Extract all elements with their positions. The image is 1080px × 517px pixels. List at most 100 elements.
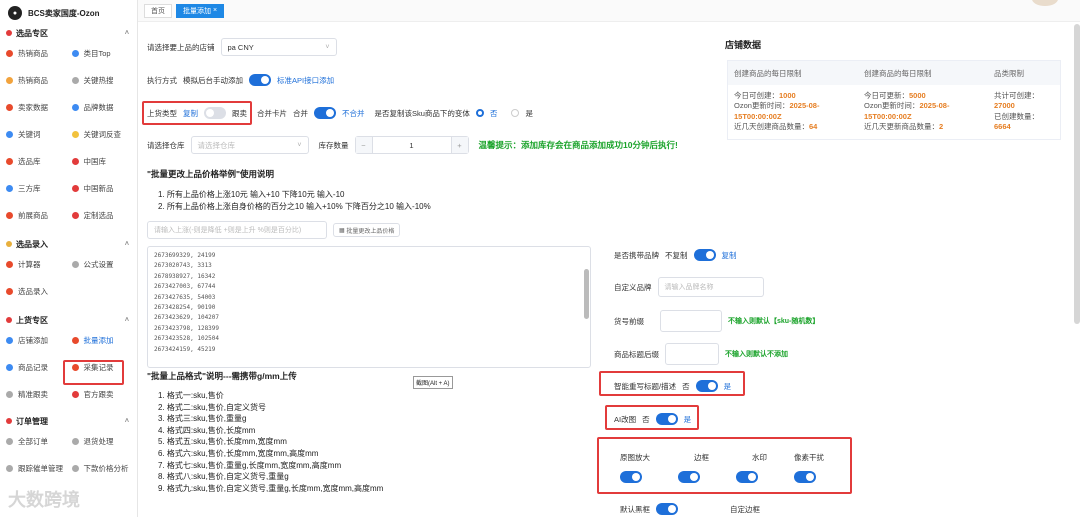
price-line: 1. 所有上品价格上涨10元 输入+10 下降10元 输入-10 [158, 190, 345, 199]
ai-options-toggles [620, 471, 816, 483]
warehouse-row: 请选择仓库 请选择仓库 ˅ 库存数量 − 1 + 温馨提示：添加库存会在商品添加成… [147, 136, 678, 154]
store-select[interactable]: pa CNY ˅ [220, 38, 337, 56]
watermark-toggle[interactable] [736, 471, 758, 483]
sidebar-group-4: 全部订单 退货处理 跟踪催单管理 下款价格分析 [0, 428, 137, 482]
sidebar-item[interactable]: 跟踪催单管理 [6, 455, 72, 482]
price-line: 2. 所有上品价格上涨自身价格的百分之10 输入+10% 下降百分之10 输入-… [158, 202, 431, 211]
sidebar-item[interactable]: 店铺添加 [6, 327, 72, 354]
variant-no-radio[interactable] [475, 109, 484, 117]
exec-toggle[interactable] [249, 74, 271, 86]
minus-button[interactable]: − [355, 137, 372, 153]
custom-brand-input[interactable]: 请输入品牌名称 [657, 277, 764, 297]
sidebar-item[interactable]: 采集记录 [71, 354, 138, 381]
sidebar-item[interactable]: 精准跟卖 [6, 381, 72, 408]
prefix-row: 货号前缀 不输入则默认【sku-随机数】 [614, 310, 819, 332]
sidebar-item[interactable]: 卖家数据 [6, 94, 72, 121]
black-border-toggle[interactable] [656, 503, 678, 515]
tab-home[interactable]: 首页 [144, 3, 172, 18]
ai-row: AI改图 否 是 [614, 413, 692, 425]
track-icon [6, 465, 13, 472]
ai-toggle[interactable] [655, 413, 678, 425]
sidebar-item[interactable]: 下款价格分析 [71, 455, 138, 482]
sidebar-item[interactable]: 官方跟卖 [71, 381, 138, 408]
sidebar-item[interactable]: 选品录入 [6, 278, 72, 305]
sidebar-item[interactable]: 热销商品 [6, 40, 72, 67]
border-row: 默认黑框 自定边框 [620, 503, 760, 515]
follow-icon [6, 391, 13, 398]
sidebar-item[interactable]: 公式设置 [71, 251, 138, 278]
warehouse-select[interactable]: 请选择仓库 ˅ [190, 136, 309, 154]
keyword-icon [6, 131, 13, 138]
sidebar-item[interactable]: 关键词 [6, 121, 72, 148]
custom-brand-row: 自定义品牌 请输入品牌名称 [614, 277, 764, 297]
tab-bar: 首页 批量添加 × [138, 0, 1080, 22]
entry-icon [6, 288, 13, 295]
type-row: 上货类型 复制 跟卖 合并卡片 合并 不合并 是否复制该Sku商品下的变体 否 … [147, 107, 533, 119]
upload-icon [6, 317, 12, 323]
enlarge-toggle[interactable] [620, 471, 642, 483]
main-content: 首页 批量添加 × 请选择要上品的店铺 pa CNY ˅ 执行方式 模拟后台手动添… [138, 0, 1080, 517]
keyword-reverse-icon [71, 131, 79, 138]
order-icon [6, 418, 12, 424]
library-icon [6, 158, 13, 165]
sidebar-item[interactable]: 类目Top [71, 40, 138, 67]
close-icon[interactable]: × [213, 7, 217, 14]
store-data-table: 创建商品的每日限制 创建商品的每日限制 品类限制 今日可创建：1000 Ozon… [727, 60, 1061, 140]
sidebar-item[interactable]: 全部订单 [6, 428, 72, 455]
ai-options-labels: 原图放大 边框 水印 像素干扰 [620, 453, 824, 462]
section-shanghuo[interactable]: 上货专区 ˄ [0, 313, 137, 327]
suffix-input[interactable] [665, 343, 719, 365]
warm-tip: 温馨提示：添加库存会在商品添加成功10分钟后执行! [478, 140, 678, 150]
chevron-down-icon: ˅ [325, 43, 330, 51]
sidebar-item[interactable]: 商品记录 [6, 354, 72, 381]
sku-textarea[interactable]: 2673699329, 24199 2673020743, 3313 26789… [147, 246, 591, 368]
store-table-row: 今日可创建：1000 Ozon更新时间：2025-08-15T00:00:00Z… [734, 91, 1039, 132]
sidebar-item[interactable]: 中国库 [71, 148, 138, 175]
edit-icon: ▦ [339, 227, 345, 234]
format-title: "批量上品格式"说明---需携带g/mm上传 [147, 371, 297, 381]
sidebar-item[interactable]: 关键词反查 [71, 121, 138, 148]
sidebar-item[interactable]: 关键热搜 [71, 67, 138, 94]
record-icon [6, 364, 13, 371]
tab-batch-add[interactable]: 批量添加 × [176, 3, 225, 18]
brand-toggle[interactable] [693, 249, 716, 261]
sidebar-item[interactable]: 选品库 [6, 148, 72, 175]
variant-yes-radio[interactable] [511, 109, 520, 117]
sidebar-item[interactable]: 热销商品 [6, 67, 72, 94]
sidebar-item-batch-add[interactable]: 批量添加 [71, 327, 138, 354]
section-orders[interactable]: 订单管理 ˄ [0, 414, 137, 428]
exec-row: 执行方式 模拟后台手动添加 标准API接口添加 [147, 74, 335, 86]
sidebar-group-3: 店铺添加 批量添加 商品记录 采集记录 精准跟卖 官方跟卖 [0, 327, 137, 408]
sidebar-item[interactable]: 退货处理 [71, 428, 138, 455]
seller-icon [6, 104, 13, 111]
sidebar-item[interactable]: 前展商品 [6, 202, 72, 229]
new-icon [71, 185, 79, 192]
stock-stepper[interactable]: − 1 + [354, 136, 469, 154]
sidebar-item[interactable]: 品牌数据 [71, 94, 138, 121]
price-input[interactable]: 请输入上涨(-则是降低 +则是上升 %则是百分比) [147, 221, 327, 239]
custom-icon [71, 212, 79, 219]
official-icon [71, 391, 79, 398]
textarea-scrollbar[interactable] [584, 269, 589, 319]
format-list: 1. 格式一:sku,售价 2. 格式二:sku,售价,自定义货号 3. 格式三… [158, 391, 384, 493]
sidebar-item[interactable]: 三方库 [6, 175, 72, 202]
suffix-row: 商品标题后缀 不输入则默认不添加 [614, 343, 788, 365]
logo-icon: ● [8, 6, 22, 20]
pixel-toggle[interactable] [794, 471, 816, 483]
brand-icon [71, 104, 79, 111]
batch-price-button[interactable]: ▦ 批量更改上品价格 [333, 223, 401, 237]
category-icon [71, 50, 79, 57]
store-table-header: 创建商品的每日限制 创建商品的每日限制 品类限制 [728, 61, 1060, 85]
section-luru[interactable]: 选品录入 ˄ [0, 237, 137, 251]
type-toggle[interactable] [204, 107, 226, 119]
merge-toggle[interactable] [314, 107, 336, 119]
sidebar-item[interactable]: 定制选品 [71, 202, 138, 229]
page-scrollbar[interactable] [1074, 24, 1080, 324]
rewrite-toggle[interactable] [695, 380, 718, 392]
sidebar-item[interactable]: 中国新品 [71, 175, 138, 202]
prefix-input[interactable] [660, 310, 722, 332]
border-toggle[interactable] [678, 471, 700, 483]
section-xuanpin[interactable]: 选品专区 ˄ [0, 26, 137, 40]
sidebar-item[interactable]: 计算器 [6, 251, 72, 278]
plus-button[interactable]: + [451, 137, 468, 153]
